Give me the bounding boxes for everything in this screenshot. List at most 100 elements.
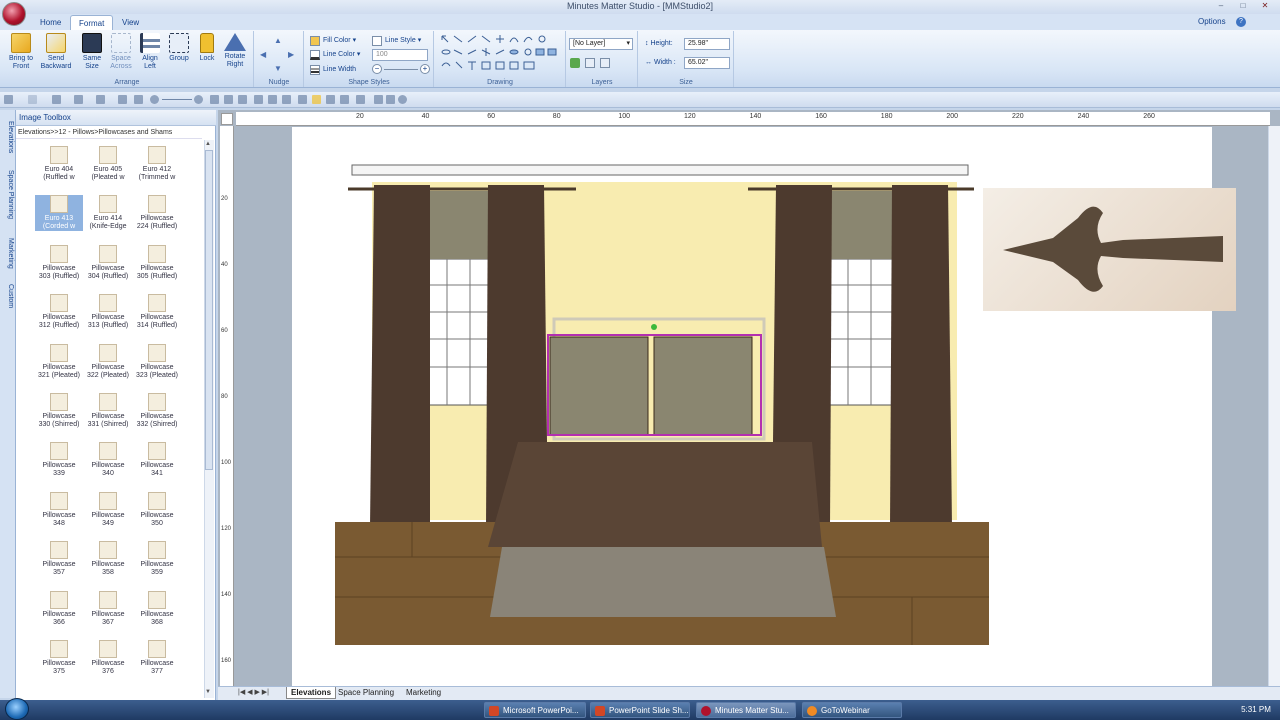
send-back-icon[interactable] xyxy=(268,95,277,104)
scroll-down-arrow[interactable]: ▼ xyxy=(205,689,211,695)
align-left-button[interactable]: Align Left xyxy=(136,33,164,77)
application-menu-button[interactable] xyxy=(2,2,26,26)
toolbox-item[interactable]: Pillowcase 330 (Shirred) xyxy=(35,393,83,429)
lock-small-icon[interactable] xyxy=(312,95,321,104)
nudge-right-icon[interactable]: ▶ xyxy=(288,50,294,59)
toolbox-item[interactable]: Pillowcase 357 xyxy=(35,541,83,577)
width-input[interactable]: 65.02" xyxy=(684,57,730,69)
toolbox-item[interactable]: Pillowcase 331 (Shirred) xyxy=(84,393,132,429)
sheet-tab-space-planning[interactable]: Space Planning xyxy=(334,687,398,699)
group-small-icon[interactable] xyxy=(134,95,143,104)
toolbox-item[interactable]: Pillowcase 358 xyxy=(84,541,132,577)
line-width-slider[interactable]: − + xyxy=(372,64,430,74)
toolbox-item[interactable]: Pillowcase 375 xyxy=(35,640,83,676)
toolbox-item[interactable]: Pillowcase 305 (Ruffled) xyxy=(133,244,181,281)
help-icon[interactable]: ? xyxy=(1236,17,1246,27)
toolbox-item[interactable]: Pillowcase 312 (Ruffled) xyxy=(35,294,83,330)
toolbox-item[interactable]: Pillowcase 313 (Ruffled) xyxy=(84,294,132,330)
select-icon[interactable] xyxy=(118,95,127,104)
toolbox-item[interactable]: Euro 413 (Corded w xyxy=(35,195,83,232)
group-button[interactable]: Group xyxy=(164,33,194,77)
rotate-handle[interactable] xyxy=(651,324,657,330)
canvas-vertical-scrollbar[interactable] xyxy=(1268,126,1280,688)
toolbox-item[interactable]: Pillowcase 224 (Ruffled) xyxy=(133,195,181,231)
align-icon[interactable] xyxy=(210,95,219,104)
line-weight-icon[interactable] xyxy=(96,95,105,104)
layers-icon[interactable] xyxy=(570,58,580,68)
zoom-slider[interactable] xyxy=(162,99,192,100)
toolbox-item[interactable]: Pillowcase 377 xyxy=(133,640,181,676)
drawing-tools-palette[interactable] xyxy=(440,34,560,76)
nudge-up-icon[interactable]: ▲ xyxy=(274,36,282,45)
fill-color-button[interactable]: Fill Color ▾ xyxy=(310,35,356,47)
bring-forward-icon[interactable] xyxy=(254,95,263,104)
toolbox-item[interactable]: Pillowcase 368 xyxy=(133,590,181,627)
toolbox-item[interactable]: Pillowcase 339 xyxy=(35,442,83,478)
toolbox-item[interactable]: Pillowcase 304 (Ruffled) xyxy=(84,244,132,281)
pencil-icon[interactable] xyxy=(374,95,383,104)
line-color-button[interactable]: Line Color ▾ xyxy=(310,49,360,61)
paste-icon[interactable] xyxy=(238,95,247,104)
taskbar-item-gotowebinar[interactable]: GoToWebinar xyxy=(802,702,902,718)
layer-properties-icon[interactable] xyxy=(585,58,595,68)
taskbar-item-slideshow[interactable]: PowerPoint Slide Sh... xyxy=(590,702,690,718)
toolbox-item[interactable]: Pillowcase 322 (Pleated) xyxy=(84,343,132,380)
toolbox-item[interactable]: Pillowcase 348 xyxy=(35,491,83,528)
page-icon[interactable] xyxy=(298,95,307,104)
tab-format[interactable]: Format xyxy=(70,15,114,30)
toolbox-item[interactable]: Euro 412 (Trimmed w xyxy=(133,146,181,182)
toolbox-item[interactable]: Pillowcase 323 (Pleated) xyxy=(133,343,181,380)
magnifier-icon[interactable] xyxy=(398,95,407,104)
toolbox-item[interactable]: Euro 404 (Ruffled w xyxy=(35,146,83,182)
maximize-button[interactable]: □ xyxy=(1232,0,1254,12)
send-backward-button[interactable]: Send Backward xyxy=(38,33,74,77)
options-menu[interactable]: Options xyxy=(1198,17,1226,26)
toolbox-item[interactable]: Pillowcase 367 xyxy=(84,590,132,627)
fill-bucket-icon[interactable] xyxy=(52,95,61,104)
undo-icon[interactable] xyxy=(4,95,13,104)
toolbox-item[interactable]: Pillowcase 314 (Ruffled) xyxy=(133,294,181,330)
layer-manager-icon[interactable] xyxy=(600,58,610,68)
eyedropper-icon[interactable] xyxy=(386,95,395,104)
toolbox-item[interactable]: Pillowcase 321 (Pleated) xyxy=(35,343,83,380)
side-tab-elevations[interactable]: Elevations xyxy=(2,116,14,158)
finial-closeup-image[interactable] xyxy=(983,188,1236,311)
toolbox-item[interactable]: Pillowcase 341 xyxy=(133,442,181,478)
grid-icon[interactable] xyxy=(326,95,335,104)
redo-icon[interactable] xyxy=(28,95,37,104)
side-tab-space-planning[interactable]: Space Planning xyxy=(2,164,14,226)
toolbox-item[interactable]: Euro 414 (Knife-Edge xyxy=(84,195,132,231)
minimize-button[interactable]: – xyxy=(1210,0,1232,12)
width-icon[interactable] xyxy=(356,95,365,104)
toolbox-item[interactable]: Pillowcase 340 xyxy=(84,442,132,478)
toolbox-item[interactable]: Pillowcase 350 xyxy=(133,491,181,528)
tab-view[interactable]: View xyxy=(114,15,147,30)
taskbar-item-minutes-matter[interactable]: Minutes Matter Stu... xyxy=(696,702,796,718)
sheet-tab-marketing[interactable]: Marketing xyxy=(402,687,445,699)
toolbox-item[interactable]: Pillowcase 359 xyxy=(133,541,181,577)
same-size-button[interactable]: Same Size xyxy=(78,33,106,77)
toolbox-scroll-thumb[interactable] xyxy=(205,150,213,470)
line-color-transparency-field[interactable]: 100 xyxy=(372,49,428,61)
toolbox-item[interactable]: Pillowcase 376 xyxy=(84,640,132,676)
layer-select[interactable]: [No Layer] ▾ xyxy=(569,38,633,50)
start-button[interactable] xyxy=(5,698,29,720)
lock-button[interactable]: Lock xyxy=(194,33,220,77)
line-width-button[interactable]: Line Width xyxy=(310,64,356,76)
tab-home[interactable]: Home xyxy=(32,15,69,30)
taskbar-item-powerpoint[interactable]: Microsoft PowerPoi... xyxy=(484,702,586,718)
zoom-in-icon[interactable] xyxy=(194,95,203,104)
pen-icon[interactable] xyxy=(74,95,83,104)
nudge-down-icon[interactable]: ▼ xyxy=(274,64,282,73)
toolbox-item[interactable]: Pillowcase 349 xyxy=(84,491,132,528)
side-tab-marketing[interactable]: Marketing xyxy=(2,232,14,274)
snap-icon[interactable] xyxy=(340,95,349,104)
sheet-tab-elevations[interactable]: Elevations xyxy=(286,687,337,699)
toolbox-item[interactable]: Pillowcase 366 xyxy=(35,590,83,627)
bring-to-front-button[interactable]: Bring to Front xyxy=(4,33,38,77)
scroll-up-arrow[interactable]: ▲ xyxy=(205,141,211,147)
height-input[interactable]: 25.98" xyxy=(684,38,730,50)
nudge-left-icon[interactable]: ◀ xyxy=(260,50,266,59)
zoom-out-icon[interactable] xyxy=(150,95,159,104)
line-style-button[interactable]: Line Style ▾ xyxy=(372,35,421,47)
